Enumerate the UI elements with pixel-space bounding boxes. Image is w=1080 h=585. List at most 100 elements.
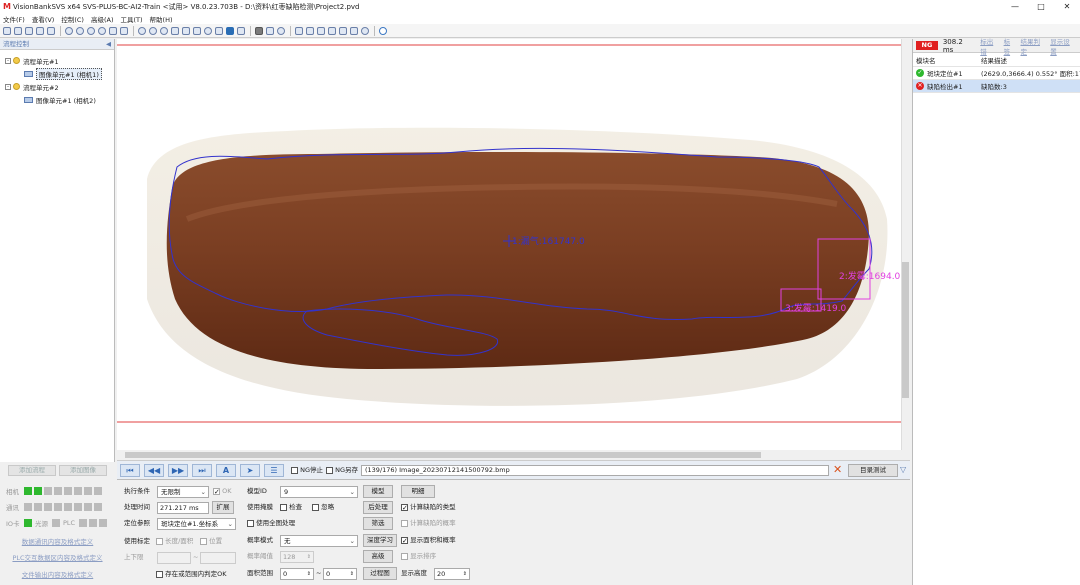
expand-toggle-icon[interactable]: - xyxy=(5,57,11,64)
mark-error-link[interactable]: 标出错 xyxy=(980,36,999,56)
pointer-tool-icon[interactable]: ➤ xyxy=(240,464,260,477)
eye-icon[interactable] xyxy=(109,26,117,35)
tree-node-image-1[interactable]: 图像单元#1 (相机1) xyxy=(0,67,114,80)
disp-height-field[interactable]: 20 ⇕ xyxy=(434,568,470,580)
ng-stop-checkbox[interactable] xyxy=(291,466,298,474)
camera-icon[interactable] xyxy=(255,26,263,35)
grid-icon[interactable] xyxy=(171,26,179,35)
document-icon[interactable] xyxy=(339,26,347,35)
layers-icon[interactable] xyxy=(193,26,201,35)
calc-prob-checkbox[interactable] xyxy=(401,519,408,527)
location-icon[interactable] xyxy=(266,26,274,35)
check-checkbox[interactable] xyxy=(280,503,287,511)
menu-control[interactable]: 控制(C) xyxy=(61,14,84,24)
exec-cond-select[interactable]: 无限制 ⌄ xyxy=(157,486,209,498)
crosshair-icon[interactable] xyxy=(120,26,128,35)
position-option[interactable]: 位置 xyxy=(200,536,222,547)
close-red-icon[interactable]: ✕ xyxy=(833,463,842,476)
last-image-icon[interactable]: ⏭ xyxy=(192,464,212,477)
advanced-button[interactable]: 高级 xyxy=(363,550,393,563)
tree-node-flow-2[interactable]: - 流程单元#2 xyxy=(0,80,114,93)
palette-icon[interactable] xyxy=(204,26,212,35)
gear-icon[interactable] xyxy=(361,26,369,35)
add-image-button[interactable]: 添加图像 xyxy=(59,465,107,476)
show-order-option[interactable]: 显示排序 xyxy=(401,551,436,562)
spinner-icon[interactable]: ⇕ xyxy=(350,569,354,579)
dropdown-arrow-icon[interactable]: ▽ xyxy=(900,465,906,474)
display-settings-link[interactable]: 显示设置 xyxy=(1050,36,1076,56)
save-icon[interactable] xyxy=(25,26,33,35)
calc-type-checkbox[interactable] xyxy=(401,503,408,511)
play-icon[interactable] xyxy=(138,26,146,35)
comm-format-link[interactable]: 数据通讯内容及格式定义 xyxy=(0,536,115,546)
show-order-checkbox[interactable] xyxy=(401,552,408,560)
prob-thresh-field[interactable]: 128 ⇕ xyxy=(280,551,314,563)
ok-checkbox[interactable] xyxy=(213,487,220,495)
spinner-icon[interactable]: ⇕ xyxy=(307,569,311,579)
vertical-scroll-thumb[interactable] xyxy=(902,262,909,398)
image-icon[interactable] xyxy=(182,26,190,35)
zoom-fit-icon[interactable] xyxy=(87,26,95,35)
new-file-icon[interactable] xyxy=(3,26,11,35)
tree-node-image-2[interactable]: 图像单元#1 (相机2) xyxy=(0,93,114,106)
ng-save-option[interactable]: NG另存 xyxy=(326,465,358,476)
process-image-button[interactable]: 过程图 xyxy=(363,567,397,580)
area-min-field[interactable]: 0 ⇕ xyxy=(280,568,314,580)
text-tool-icon[interactable]: A xyxy=(216,464,236,477)
print-icon[interactable] xyxy=(47,26,55,35)
settings-icon[interactable] xyxy=(215,26,223,35)
pause-icon[interactable] xyxy=(149,26,157,35)
check-option[interactable]: 检查 xyxy=(280,502,302,513)
proc-time-field[interactable]: 271.217 ms xyxy=(157,502,209,514)
plc-format-link[interactable]: PLC交互数据区内容及格式定义 xyxy=(0,552,115,562)
stop-icon[interactable] xyxy=(160,26,168,35)
first-image-icon[interactable]: ⏮ xyxy=(120,464,140,477)
area-max-field[interactable]: 0 ⇕ xyxy=(323,568,357,580)
detail-button[interactable]: 明细 xyxy=(401,485,435,498)
file-output-link[interactable]: 文件输出内容及格式定义 xyxy=(0,569,115,579)
model-button[interactable]: 模型 xyxy=(363,485,393,498)
use-global-option[interactable]: 使用全图处理 xyxy=(247,518,295,529)
result-judge-link[interactable]: 结果判定 xyxy=(1020,36,1046,56)
range-min-field[interactable] xyxy=(157,552,191,564)
horizontal-scroll-thumb[interactable] xyxy=(125,452,761,458)
next-image-icon[interactable]: ▶▶ xyxy=(168,464,188,477)
len-area-checkbox[interactable] xyxy=(156,537,163,545)
maximize-button[interactable]: □ xyxy=(1028,0,1054,13)
show-area-option[interactable]: 显示面积和概率 xyxy=(401,535,456,546)
in-range-option[interactable]: 存在或范围内判定OK xyxy=(156,569,226,580)
menu-help[interactable]: 帮助(H) xyxy=(150,14,173,24)
list-icon[interactable] xyxy=(328,26,336,35)
range-max-field[interactable] xyxy=(200,552,236,564)
prob-mode-select[interactable]: 无 ⌄ xyxy=(280,535,358,547)
show-area-checkbox[interactable] xyxy=(401,536,408,544)
minimize-button[interactable]: — xyxy=(1002,0,1028,13)
ng-save-checkbox[interactable] xyxy=(326,466,333,474)
menu-tools[interactable]: 工具(T) xyxy=(121,14,143,24)
filter-button[interactable]: 筛选 xyxy=(363,517,393,530)
export-icon[interactable] xyxy=(350,26,358,35)
len-area-option[interactable]: 长度/面积 xyxy=(156,536,193,547)
close-button[interactable]: ✕ xyxy=(1054,0,1080,13)
expand-icon[interactable] xyxy=(226,26,234,35)
post-process-button[interactable]: 后处理 xyxy=(363,501,393,514)
ignore-option[interactable]: 忽略 xyxy=(312,502,334,513)
ignore-checkbox[interactable] xyxy=(312,503,319,511)
lock-icon[interactable] xyxy=(295,26,303,35)
target-icon[interactable] xyxy=(277,26,285,35)
menu-advanced[interactable]: 高级(A) xyxy=(91,14,114,24)
spinner-icon[interactable]: ⇕ xyxy=(463,569,467,579)
list-view-icon[interactable]: ☰ xyxy=(264,464,284,477)
tree-node-flow-1[interactable]: - 流程单元#1 xyxy=(0,54,114,67)
refresh-icon[interactable] xyxy=(306,26,314,35)
model-id-select[interactable]: 9 ⌄ xyxy=(280,486,358,498)
save-all-icon[interactable] xyxy=(36,26,44,35)
ok-option[interactable]: OK xyxy=(213,486,231,497)
open-file-icon[interactable] xyxy=(14,26,22,35)
in-range-checkbox[interactable] xyxy=(156,570,163,578)
zoom-in-icon[interactable] xyxy=(65,26,73,35)
calc-type-option[interactable]: 计算缺陷的类型 xyxy=(401,502,456,513)
use-global-checkbox[interactable] xyxy=(247,519,254,527)
expand-toggle-icon[interactable]: - xyxy=(5,83,11,90)
collapse-icon[interactable]: ◀ xyxy=(106,39,111,50)
